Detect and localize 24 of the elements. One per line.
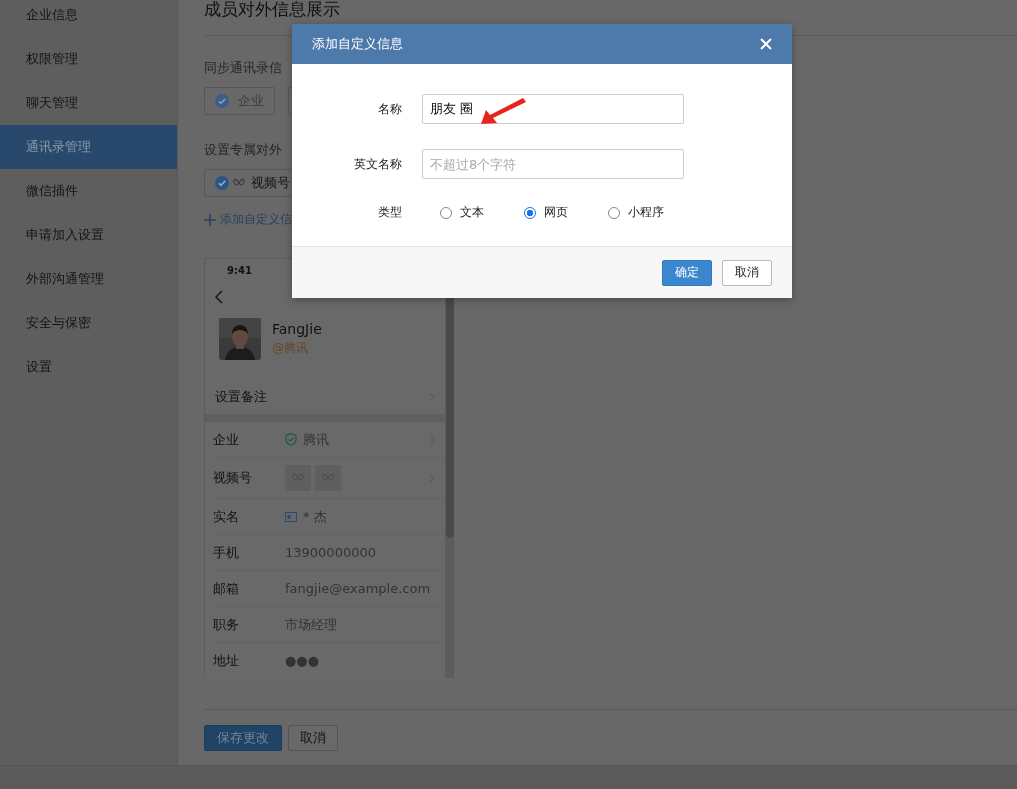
field-label: 名称 [377,100,403,118]
row-label: 企业 [213,430,240,449]
radio-label: 小程序 [628,204,664,221]
row-label: 手机 [213,543,240,562]
profile-name: FangJie [272,321,322,337]
row-label: 视频号 [213,469,253,487]
radio-label: 文本 [460,204,484,221]
dialog-title: 添加自定义信息 [312,35,403,53]
section-label: 同步通讯录信 [204,60,283,76]
row-label: 设置备注 [215,388,267,406]
status-time: 9:41 [227,265,253,276]
company-name: @腾讯 [272,340,309,357]
link-label: 添加自定义信 [220,211,292,228]
row-label: 邮箱 [213,579,240,598]
section-label: 设置专属对外 [204,142,283,158]
radio-label: 网页 [544,204,568,221]
field-label: 英文名称 [353,155,403,173]
chip-label: 视频号 [251,174,290,192]
field-label: 类型 [377,204,403,221]
row-label: 地址 [213,651,240,670]
row-label: 职务 [213,615,240,634]
row-label: 实名 [213,507,240,526]
row-value: ●●● [285,653,320,668]
page-title: 成员对外信息展示 [204,0,341,21]
